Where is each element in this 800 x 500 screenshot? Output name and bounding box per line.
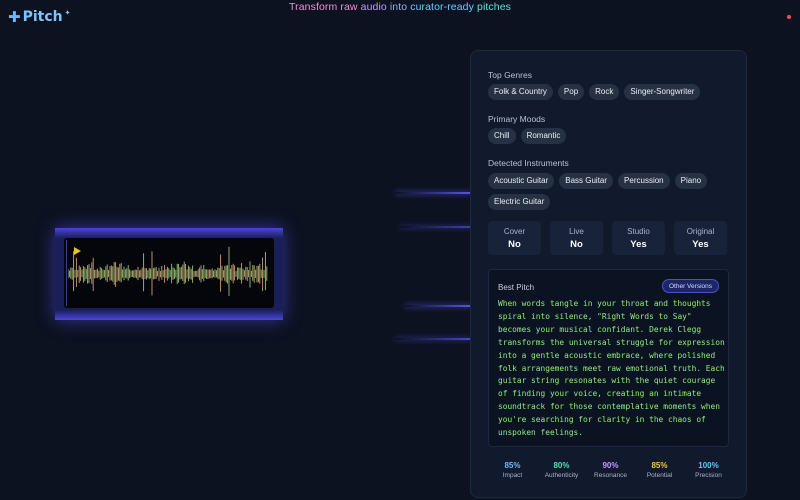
attribute-value: Yes bbox=[692, 239, 709, 250]
genre-chips: Folk & Country Pop Rock Singer-Songwrite… bbox=[488, 84, 736, 100]
other-versions-button[interactable]: Other Versions bbox=[662, 279, 719, 293]
attribute-label: Live bbox=[569, 227, 584, 236]
score-percent: 85% bbox=[504, 461, 521, 470]
score-label: Potential bbox=[646, 472, 673, 479]
tagline-word: Transform raw bbox=[289, 1, 358, 13]
tagline-word: into bbox=[389, 1, 408, 13]
score-row: 85% Impact 80% Authenticity 90% Resonanc… bbox=[488, 461, 733, 479]
score-label: Impact bbox=[502, 472, 523, 479]
tagline-word: pitches bbox=[477, 1, 511, 13]
attribute-live: Live No bbox=[550, 221, 603, 255]
recording-indicator bbox=[787, 15, 791, 19]
score-resonance: 90% Resonance bbox=[586, 461, 635, 479]
track-attributes: Cover No Live No Studio Yes Original Yes bbox=[488, 221, 727, 255]
score-percent: 100% bbox=[698, 461, 719, 470]
connector-line bbox=[400, 226, 471, 228]
score-label: Resonance bbox=[594, 472, 627, 479]
best-pitch-text: When words tangle in your throat and tho… bbox=[498, 299, 725, 438]
score-authenticity: 80% Authenticity bbox=[537, 461, 586, 479]
connector-line bbox=[395, 338, 471, 340]
genre-chip[interactable]: Singer-Songwriter bbox=[624, 84, 701, 100]
attribute-label: Original bbox=[686, 227, 715, 236]
tagline-word: audio bbox=[360, 1, 387, 13]
analysis-panel: Top Genres Folk & Country Pop Rock Singe… bbox=[470, 50, 747, 498]
instruments-label: Detected Instruments bbox=[488, 158, 569, 168]
attribute-label: Cover bbox=[503, 227, 526, 236]
attribute-value: Yes bbox=[630, 239, 647, 250]
tagline: Transform raw audio into curator-ready p… bbox=[0, 1, 800, 13]
score-label: Authenticity bbox=[544, 472, 579, 479]
attribute-value: No bbox=[570, 239, 583, 250]
genre-chip[interactable]: Pop bbox=[557, 84, 585, 100]
attribute-studio: Studio Yes bbox=[612, 221, 665, 255]
attribute-original: Original Yes bbox=[674, 221, 727, 255]
audio-player[interactable] bbox=[64, 238, 274, 308]
score-potential: 85% Potential bbox=[635, 461, 684, 479]
instrument-chip[interactable]: Electric Guitar bbox=[488, 194, 551, 210]
best-pitch-card: Best Pitch Other Versions When words tan… bbox=[488, 269, 729, 447]
moods-label: Primary Moods bbox=[488, 114, 546, 124]
best-pitch-title: Best Pitch bbox=[498, 283, 535, 292]
attribute-value: No bbox=[508, 239, 521, 250]
score-percent: 80% bbox=[553, 461, 570, 470]
score-impact: 85% Impact bbox=[488, 461, 537, 479]
score-precision: 100% Precision bbox=[684, 461, 733, 479]
mood-chip[interactable]: Chill bbox=[488, 128, 516, 144]
score-label: Precision bbox=[695, 472, 722, 479]
genre-chip[interactable]: Folk & Country bbox=[488, 84, 553, 100]
tagline-word: curator-ready bbox=[410, 1, 474, 13]
genres-label: Top Genres bbox=[488, 70, 532, 80]
playhead[interactable] bbox=[66, 240, 67, 306]
connector-line bbox=[395, 192, 471, 194]
instrument-chip[interactable]: Piano bbox=[674, 173, 708, 189]
attribute-cover: Cover No bbox=[488, 221, 541, 255]
score-percent: 90% bbox=[602, 461, 619, 470]
mood-chips: Chill Romantic bbox=[488, 128, 736, 144]
genre-chip[interactable]: Rock bbox=[589, 84, 620, 100]
instrument-chip[interactable]: Acoustic Guitar bbox=[488, 173, 555, 189]
waveform[interactable] bbox=[68, 244, 270, 304]
connector-line bbox=[405, 305, 471, 307]
instrument-chip[interactable]: Bass Guitar bbox=[559, 173, 614, 189]
mood-chip[interactable]: Romantic bbox=[520, 128, 567, 144]
attribute-label: Studio bbox=[627, 227, 650, 236]
instrument-chips: Acoustic Guitar Bass Guitar Percussion P… bbox=[488, 173, 732, 210]
instrument-chip[interactable]: Percussion bbox=[618, 173, 670, 189]
score-percent: 85% bbox=[651, 461, 668, 470]
